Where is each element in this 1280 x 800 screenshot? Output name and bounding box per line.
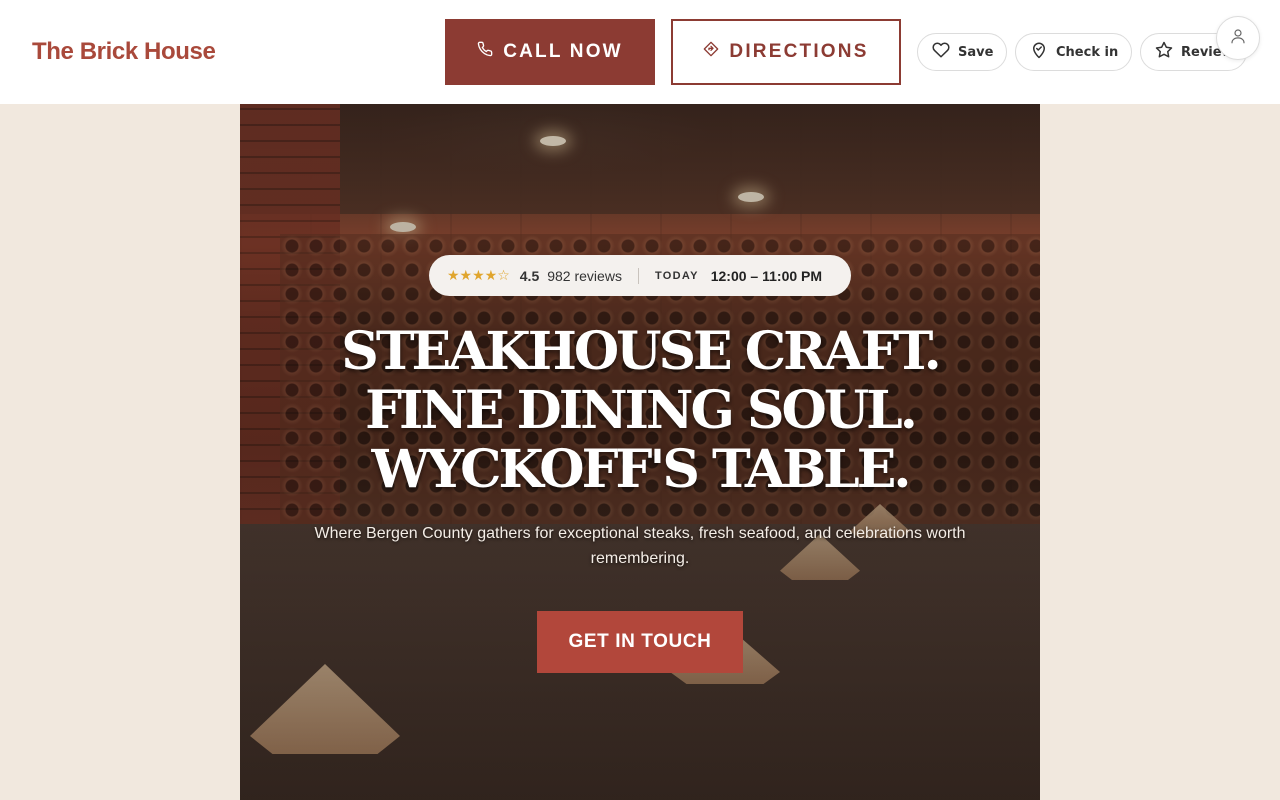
call-now-label: CALL NOW xyxy=(503,41,623,62)
rating-hours-badge: ★★★★☆ 4.5 982 reviews TODAY 12:00 – 11:0… xyxy=(429,255,851,296)
save-label: Save xyxy=(958,44,994,60)
today-label: TODAY xyxy=(654,269,699,282)
headline-line: FINE DINING SOUL. xyxy=(365,380,918,441)
get-in-touch-button[interactable]: GET IN TOUCH xyxy=(537,611,743,673)
hero-subtext: Where Bergen County gathers for exceptio… xyxy=(314,525,966,567)
top-header: The Brick House CALL NOW DIRECTIONS Save… xyxy=(0,0,1280,104)
hero-headline: STEAKHOUSE CRAFT. FINE DINING SOUL. WYCK… xyxy=(240,322,1040,499)
phone-icon xyxy=(477,41,493,63)
divider xyxy=(637,267,639,284)
account-button[interactable] xyxy=(1216,16,1260,60)
directions-icon xyxy=(703,41,719,63)
check-in-label: Check in xyxy=(1056,44,1119,60)
headline-line: STEAKHOUSE CRAFT. xyxy=(341,321,941,382)
headline-line: WYCKOFF'S TABLE. xyxy=(371,439,912,500)
opening-hours: 12:00 – 11:00 PM xyxy=(710,267,823,284)
map-pin-icon xyxy=(1030,41,1048,63)
star-rating-icons: ★★★★☆ xyxy=(447,267,510,284)
rating-value: 4.5 xyxy=(519,267,540,284)
user-icon xyxy=(1229,27,1247,50)
call-now-button[interactable]: CALL NOW xyxy=(445,19,655,85)
check-in-button[interactable]: Check in xyxy=(1015,33,1132,71)
review-count[interactable]: 982 reviews xyxy=(547,268,622,284)
save-button[interactable]: Save xyxy=(917,33,1007,71)
brand-logo[interactable]: The Brick House xyxy=(32,38,216,66)
heart-icon xyxy=(932,41,950,63)
directions-label: DIRECTIONS xyxy=(729,41,869,62)
star-outline-icon xyxy=(1155,41,1173,63)
directions-button[interactable]: DIRECTIONS xyxy=(671,19,901,85)
